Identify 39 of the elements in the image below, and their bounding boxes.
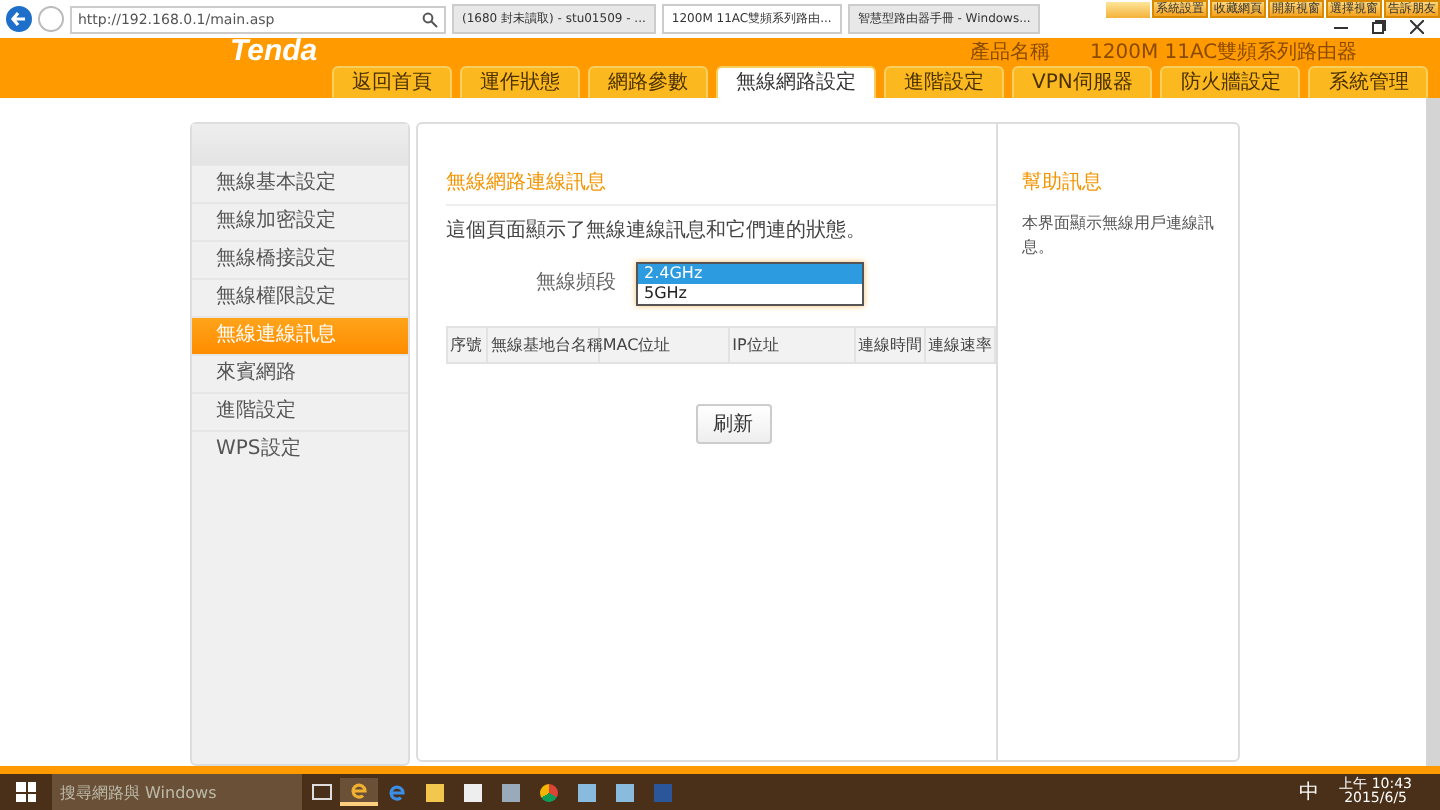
start-icon[interactable]: [16, 782, 36, 802]
refresh-button[interactable]: 刷新: [695, 404, 771, 444]
back-button[interactable]: [6, 6, 32, 32]
column-header: IP位址: [730, 328, 856, 362]
column-header: 連線時間: [856, 328, 926, 362]
close-icon[interactable]: [1410, 20, 1424, 34]
nav-tab[interactable]: 運作狀態: [460, 66, 580, 98]
sidebar-item[interactable]: 來賓網路: [192, 354, 408, 392]
column-header: 無線基地台名稱: [488, 328, 601, 362]
nav-tab[interactable]: 網路參數: [588, 66, 708, 98]
nav-tab[interactable]: VPN伺服器: [1012, 66, 1153, 98]
sidebar-item[interactable]: 無線基本設定: [192, 164, 408, 202]
maximize-icon[interactable]: [1372, 20, 1386, 34]
description: 這個頁面顯示了無線連線訊息和它們連的狀態。: [446, 217, 868, 244]
help-text: 本界面顯示無線用戶連線訊息。: [1022, 212, 1216, 260]
band-dropdown[interactable]: 2.4GHz 5GHz: [636, 262, 864, 306]
logo: Tenda: [230, 38, 320, 66]
product-label: 產品名稱: [970, 39, 1050, 66]
nav-tab[interactable]: 進階設定: [884, 66, 1004, 98]
nav-tab[interactable]: 無線網路設定: [716, 66, 876, 98]
search-icon[interactable]: [422, 11, 438, 27]
browser-icon[interactable]: [340, 778, 378, 806]
section-title: 無線網路連線訊息: [446, 168, 996, 206]
band-label: 無線頻段: [536, 270, 616, 296]
column-header: MAC位址: [600, 328, 731, 362]
ime-indicator[interactable]: 中: [1299, 778, 1320, 806]
nav-tab[interactable]: 系統管理: [1308, 66, 1429, 98]
sidebar-item[interactable]: WPS設定: [192, 430, 408, 468]
column-header: 序號: [448, 328, 489, 362]
help-title: 幫助訊息: [1022, 169, 1104, 198]
column-header: 連線速率: [926, 334, 994, 358]
sidebar-item[interactable]: 無線橋接設定: [192, 240, 408, 278]
search-field[interactable]: 搜尋網路與 Windows: [52, 774, 302, 810]
sidebar-item[interactable]: 進階設定: [192, 392, 408, 430]
sidebar-item[interactable]: 無線加密設定: [192, 202, 408, 240]
nav-tab[interactable]: 返回首頁: [332, 66, 452, 98]
dropdown-option[interactable]: 5GHz: [638, 284, 862, 304]
nav-tab[interactable]: 防火牆設定: [1160, 66, 1301, 98]
product-name: 1200M 11AC雙頻系列路由器: [1090, 39, 1358, 66]
